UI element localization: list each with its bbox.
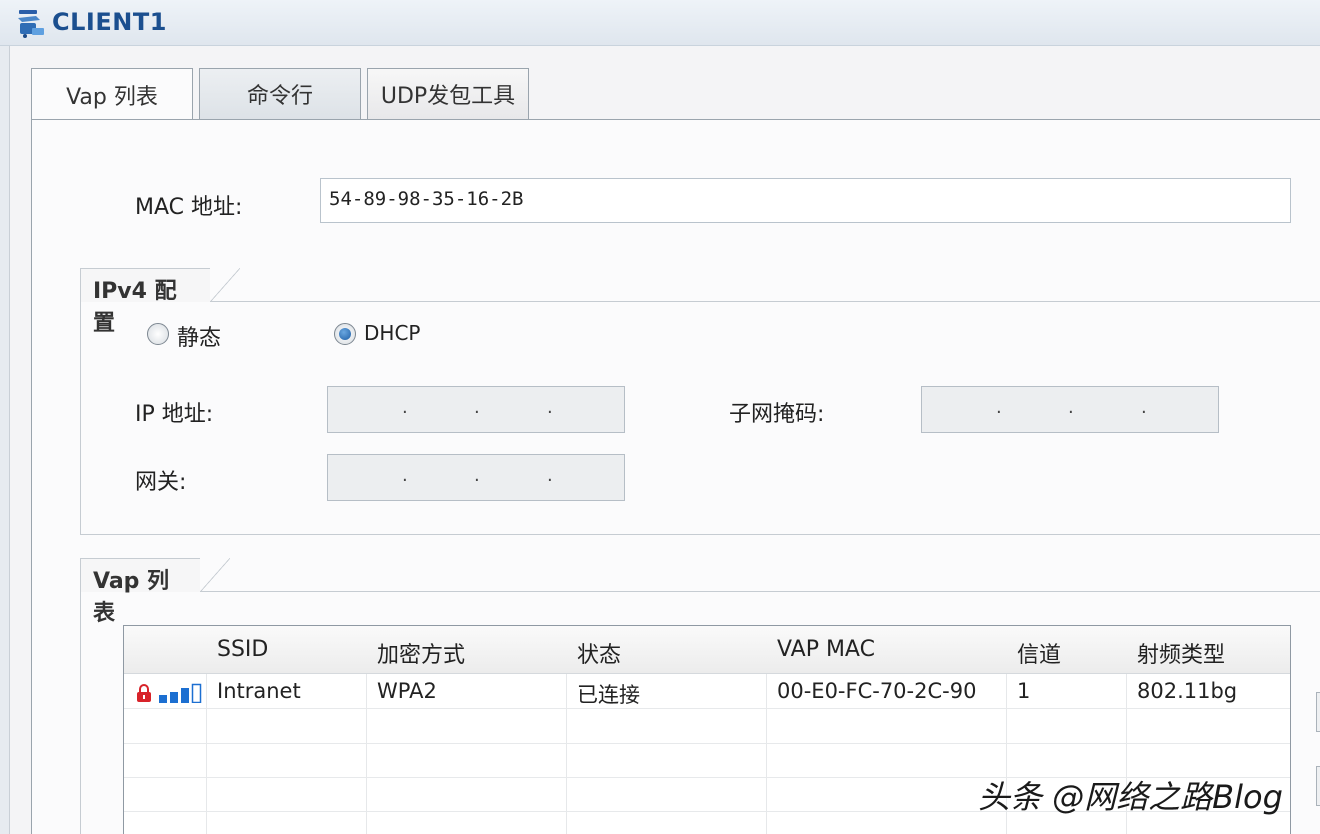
static-radio[interactable]: [147, 323, 169, 345]
dhcp-radio[interactable]: [334, 323, 356, 345]
mac-address-field[interactable]: 54-89-98-35-16-2B: [320, 178, 1291, 223]
window-frame-left: [0, 46, 10, 834]
gateway-label: 网关:: [135, 470, 187, 495]
ip-dot: .: [547, 397, 553, 418]
subnet-mask-label: 子网掩码:: [729, 402, 825, 427]
vap-list-title: Vap 列表: [80, 558, 230, 626]
cell-ssid: Intranet: [217, 679, 301, 703]
lock-icon: [137, 684, 151, 702]
ip-dot: .: [1068, 397, 1074, 418]
ip-dot: .: [996, 397, 1002, 418]
cell-encryption: WPA2: [377, 679, 437, 703]
tab-command-line[interactable]: 命令行: [199, 68, 361, 119]
cell-channel: 1: [1017, 679, 1031, 703]
column-header-vap-mac[interactable]: VAP MAC: [777, 637, 875, 662]
vap-table-header: SSID 加密方式 状态 VAP MAC 信道 射频类型: [124, 626, 1290, 674]
window-title: CLIENT1: [52, 8, 167, 36]
ip-dot: .: [474, 465, 480, 486]
table-row[interactable]: [124, 710, 1290, 744]
subnet-mask-field[interactable]: . . .: [921, 386, 1219, 433]
cell-radio-type: 802.11bg: [1137, 679, 1238, 703]
static-label: 静态: [177, 326, 222, 351]
column-header-status[interactable]: 状态: [577, 637, 621, 669]
signal-strength-icon: [159, 683, 202, 703]
mac-address-label: MAC 地址:: [135, 195, 243, 220]
column-header-radio-type[interactable]: 射频类型: [1137, 637, 1225, 669]
tab-vap-list[interactable]: Vap 列表: [31, 68, 193, 121]
cell-vap-mac: 00-E0-FC-70-2C-90: [777, 679, 977, 703]
column-header-channel[interactable]: 信道: [1017, 637, 1061, 669]
dhcp-label: DHCP: [364, 321, 421, 345]
cell-status: 已连接: [577, 683, 640, 707]
tab-udp-tool[interactable]: UDP发包工具: [367, 68, 529, 119]
client-app-icon: [18, 10, 44, 38]
ip-dot: .: [1141, 397, 1147, 418]
gateway-field[interactable]: . . .: [327, 454, 625, 501]
side-button-stub[interactable]: [1316, 692, 1320, 732]
ip-dot: .: [474, 397, 480, 418]
table-row[interactable]: Intranet WPA2 已连接 00-E0-FC-70-2C-90 1 80…: [124, 675, 1290, 709]
ip-address-label: IP 地址:: [135, 402, 214, 427]
side-button-stub[interactable]: [1316, 766, 1320, 806]
ip-dot: .: [402, 397, 408, 418]
ip-dot: .: [547, 465, 553, 486]
ip-address-field[interactable]: . . .: [327, 386, 625, 433]
column-header-ssid[interactable]: SSID: [217, 637, 268, 662]
ip-dot: .: [402, 465, 408, 486]
title-bar: CLIENT1: [0, 0, 1320, 46]
watermark-text: 头条 @网络之路Blog: [978, 778, 1283, 816]
column-header-encryption[interactable]: 加密方式: [377, 637, 465, 669]
ipv4-config-title: IPv4 配置: [80, 268, 240, 336]
